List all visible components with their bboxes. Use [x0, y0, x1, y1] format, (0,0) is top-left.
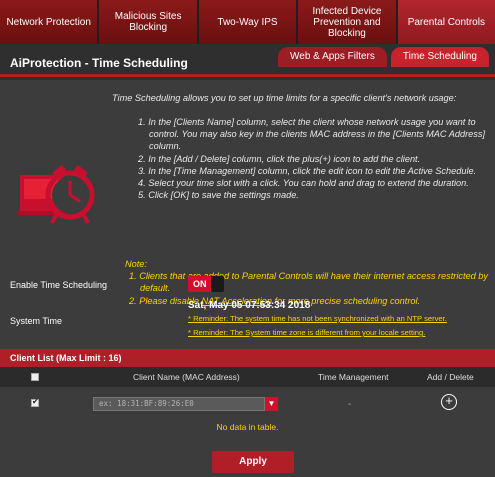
column-add-delete: Add / Delete	[427, 372, 474, 382]
column-client-name: Client Name (MAC Address)	[133, 372, 240, 382]
tab-malicious-sites-blocking[interactable]: Malicious Sites Blocking	[99, 0, 197, 44]
tab-infected-device-prevention[interactable]: Infected Device Prevention and Blocking	[298, 0, 396, 44]
page-title: AiProtection - Time Scheduling	[10, 56, 188, 70]
client-list-header: Client List (Max Limit : 16)	[0, 349, 495, 367]
step-3: 3. In the [Time Management] column, clic…	[138, 165, 477, 176]
sub-tab-bar: Web & Apps Filters Time Scheduling	[274, 47, 489, 67]
add-client-plus-icon[interactable]: +	[441, 394, 457, 410]
select-all-checkbox[interactable]	[31, 373, 39, 381]
timezone-reminder-link[interactable]: * Reminder: The System time zone is diff…	[188, 328, 425, 337]
ntp-reminder-link[interactable]: * Reminder: The system time has not been…	[188, 314, 447, 323]
client-dropdown-button[interactable]: ▼	[265, 397, 278, 411]
toggle-knob	[211, 276, 224, 292]
system-time-label: System Time	[10, 316, 63, 326]
mac-address-input[interactable]: ex: 18:31:BF:89:26:E0	[93, 397, 265, 411]
system-time-value: Sat, May 05 07:53:34 2018	[188, 300, 311, 311]
note-item-1: 1. Clients that are added to Parental Co…	[129, 271, 489, 294]
title-divider	[0, 74, 495, 77]
tab-time-scheduling[interactable]: Time Scheduling	[390, 47, 489, 67]
step-1: 1. In the [Clients Name] column, select …	[138, 117, 486, 152]
client-entry-row: ex: 18:31:BF:89:26:E0 ▼ - +	[0, 387, 495, 419]
time-management-value: -	[348, 399, 352, 410]
column-time-management: Time Management	[318, 372, 389, 382]
main-panel: AiProtection - Time Scheduling Web & App…	[0, 44, 495, 477]
time-scheduling-toggle[interactable]: ON	[188, 276, 224, 292]
step-2: 2. In the [Add / Delete] column, click t…	[138, 153, 421, 164]
apply-button[interactable]: Apply	[212, 451, 294, 473]
tab-web-apps-filters[interactable]: Web & Apps Filters	[278, 47, 387, 67]
tab-parental-controls[interactable]: Parental Controls	[397, 0, 495, 44]
note-label: Note:	[125, 259, 147, 269]
alarm-clock-icon	[18, 165, 95, 224]
top-tab-bar: Network Protection Malicious Sites Block…	[0, 0, 495, 44]
instruction-steps: 1. In the [Clients Name] column, select …	[138, 116, 488, 201]
tab-two-way-ips[interactable]: Two-Way IPS	[198, 0, 297, 44]
entry-enable-checkbox[interactable]	[31, 397, 39, 407]
tab-network-protection[interactable]: Network Protection	[0, 0, 98, 44]
toggle-on-label: ON	[193, 279, 207, 289]
title-row: AiProtection - Time Scheduling Web & App…	[0, 44, 495, 80]
no-data-message: No data in table.	[216, 422, 279, 432]
step-5: 5. Click [OK] to save the settings made.	[138, 190, 299, 201]
step-4: 4. Select your time slot with a click. Y…	[138, 178, 469, 189]
client-list-column-header: Client Name (MAC Address) Time Managemen…	[0, 367, 495, 387]
description-text: Time Scheduling allows you to set up tim…	[112, 93, 457, 103]
enable-time-scheduling-label: Enable Time Scheduling	[10, 280, 108, 290]
